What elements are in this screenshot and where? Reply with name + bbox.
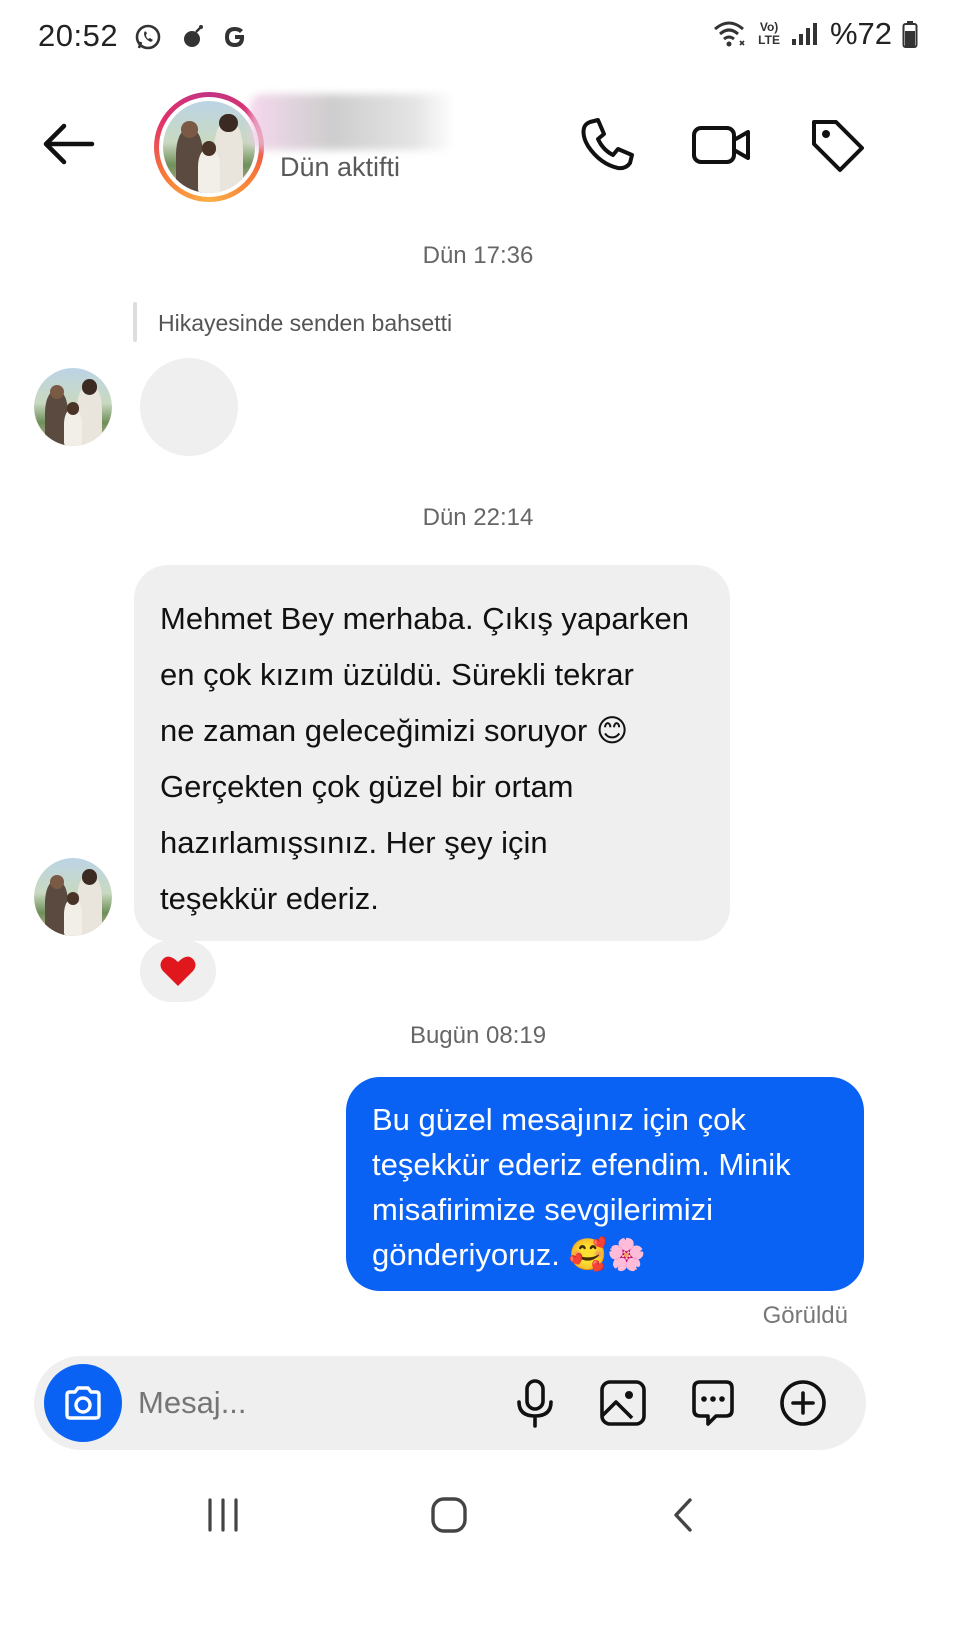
seen-indicator: Görüldü — [762, 1302, 848, 1329]
wifi-icon — [714, 21, 745, 47]
timestamp-1: Dün 17:36 — [422, 242, 534, 269]
timestamp-3: Bugün 08:19 — [409, 1022, 547, 1049]
incoming-line-text: ne zaman geleceğimizi soruyor — [160, 713, 588, 748]
sender-avatar[interactable] — [34, 368, 112, 446]
incoming-line: en çok kızım üzüldü. Sürekli tekrar — [160, 657, 634, 692]
incoming-line: Gerçekten çok güzel bir ortam — [160, 769, 574, 804]
incoming-line: hazırlamışsınız. Her şey için — [160, 825, 548, 860]
battery-icon — [902, 21, 918, 48]
incoming-line: teşekkür ederiz. — [160, 881, 379, 916]
camera-icon — [65, 1386, 101, 1420]
story-mention-bar — [133, 302, 137, 342]
blurred-username[interactable] — [250, 94, 455, 150]
camera-button[interactable] — [44, 1364, 122, 1442]
sticker-chat-icon[interactable] — [686, 1376, 740, 1430]
heart-icon — [160, 956, 196, 986]
story-thumbnail[interactable] — [140, 358, 238, 456]
profile-avatar-story-ring[interactable] — [154, 92, 264, 202]
message-input[interactable] — [138, 1378, 478, 1428]
home-icon[interactable] — [424, 1490, 474, 1540]
volte-bottom-label: LTE — [758, 33, 780, 47]
status-time: 20:52 — [38, 18, 119, 53]
incoming-message-bubble[interactable]: Mehmet Bey merhaba. Çıkış yaparken en ço… — [134, 565, 730, 941]
gallery-icon[interactable] — [596, 1376, 650, 1430]
microphone-icon[interactable] — [508, 1376, 562, 1430]
chat-header: Dün aktifti — [0, 86, 956, 216]
last-active-status: Dün aktifti — [280, 152, 401, 182]
incoming-line: ne zaman geleceğimizi soruyor 😊 — [160, 703, 704, 759]
heart-reaction[interactable]: ❤️ — [140, 940, 216, 1002]
outgoing-message-bubble[interactable]: Bu güzel mesajınız için çok teşekkür ede… — [346, 1077, 864, 1291]
android-nav-bar — [0, 1470, 956, 1560]
battery-percent: %72 — [829, 16, 892, 51]
story-mention-text: Hikayesinde senden bahsetti — [158, 310, 453, 336]
incoming-line: Mehmet Bey merhaba. Çıkış yaparken — [160, 601, 689, 636]
volte-indicator: Vo) LTE — [758, 21, 780, 47]
video-camera-icon[interactable] — [690, 114, 752, 176]
status-right: Vo) LTE %72 — [712, 16, 918, 52]
outgoing-line: misafirimize sevgilerimizi — [372, 1192, 714, 1227]
whatsapp-icon — [135, 24, 161, 50]
outgoing-line: teşekkür ederiz efendim. Minik — [372, 1147, 791, 1182]
nav-back-icon[interactable] — [660, 1490, 710, 1540]
smiling-face-emoji: 😊 — [595, 713, 629, 749]
outgoing-line-text: gönderiyoruz. — [372, 1237, 560, 1272]
sender-avatar[interactable] — [34, 858, 112, 936]
profile-avatar — [163, 101, 255, 193]
status-bar: 20:52 Vo) LTE %72 — [0, 0, 956, 76]
google-icon — [225, 27, 245, 47]
bomb-icon — [184, 25, 203, 47]
love-flower-emoji: 🥰🌸 — [568, 1237, 646, 1273]
outgoing-line: gönderiyoruz. 🥰🌸 — [372, 1232, 838, 1278]
phone-icon[interactable] — [576, 114, 638, 176]
back-arrow-icon[interactable] — [38, 118, 98, 170]
outgoing-line: Bu güzel mesajınız için çok — [372, 1102, 746, 1137]
signal-icon — [791, 23, 817, 45]
tag-icon[interactable] — [806, 114, 868, 176]
plus-icon[interactable] — [776, 1376, 830, 1430]
timestamp-2: Dün 22:14 — [422, 504, 534, 531]
recent-apps-icon[interactable] — [198, 1490, 248, 1540]
message-composer — [34, 1356, 866, 1450]
